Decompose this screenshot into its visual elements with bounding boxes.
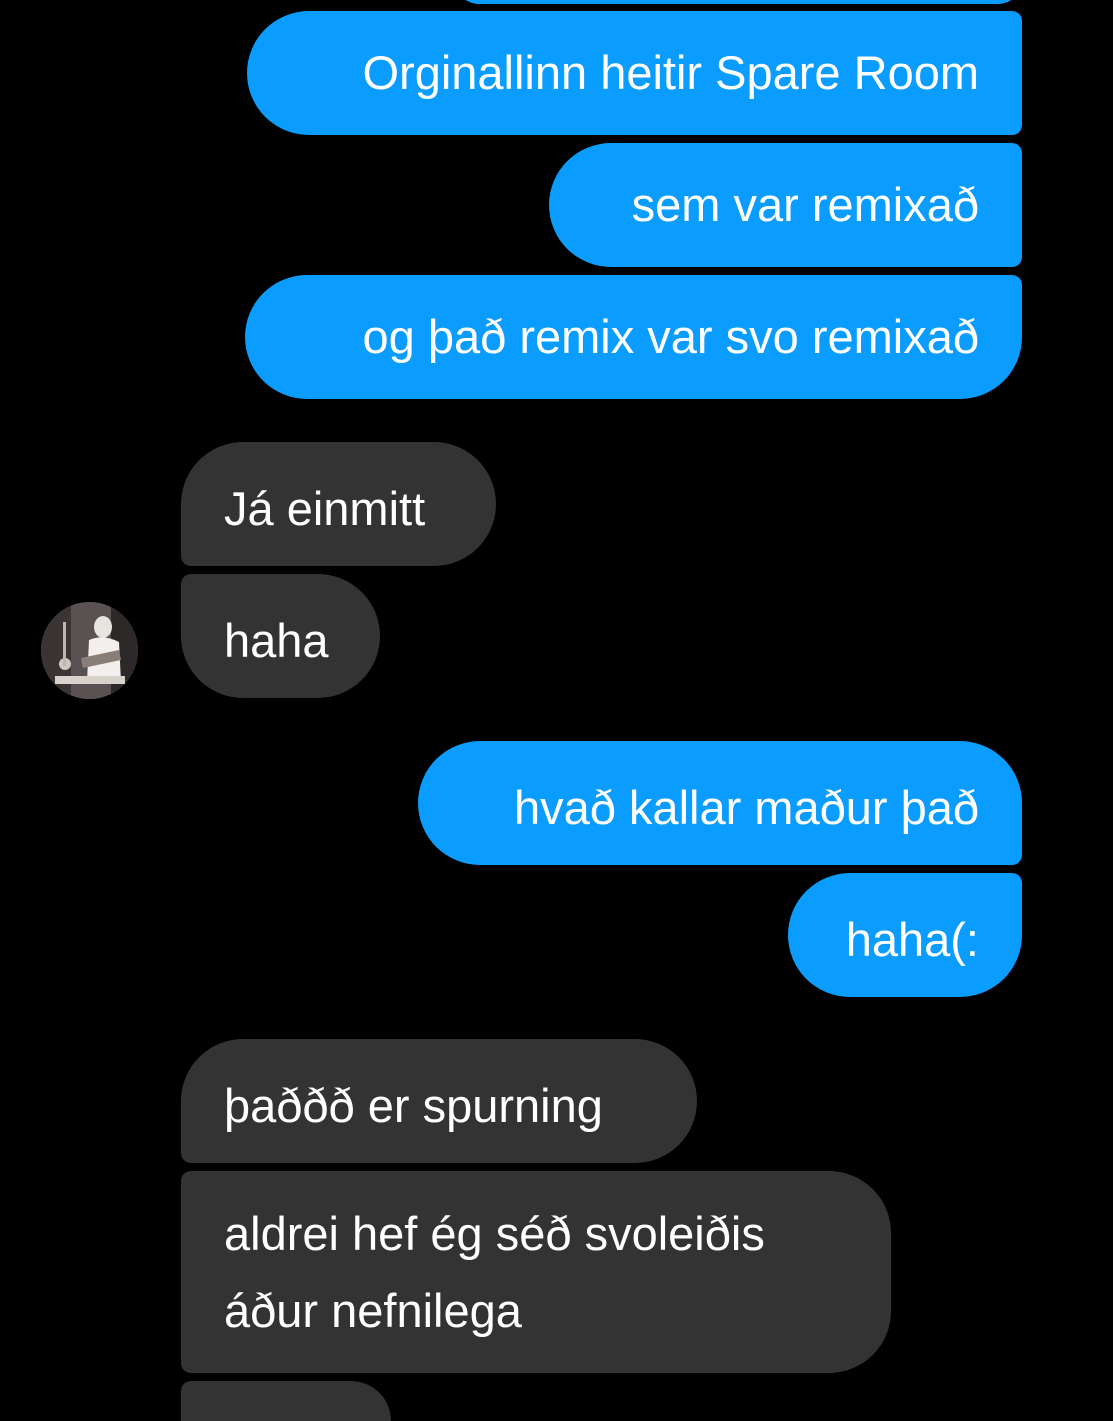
message-line: áður nefnilega [224,1284,522,1337]
contact-avatar-photo-icon [41,602,138,699]
message-line: aldrei hef ég séð svoleiðis [224,1207,765,1260]
outgoing-message[interactable]: haha(: [788,873,1022,997]
incoming-message[interactable]: Já einmitt [181,442,496,566]
message-thread[interactable]: Orginallinn heitir Spare Room sem var re… [0,0,1113,1421]
outgoing-message[interactable]: Orginallinn heitir Spare Room [247,11,1022,135]
outgoing-message[interactable]: sem var remixað [549,143,1022,267]
outgoing-message[interactable]: og það remix var svo remixað [245,275,1022,399]
contact-avatar[interactable] [41,602,138,699]
outgoing-message-partial[interactable] [455,0,1022,4]
incoming-message[interactable]: haha [181,574,380,698]
incoming-message[interactable]: þaððð er spurning [181,1039,697,1163]
incoming-message-partial[interactable] [181,1381,391,1421]
outgoing-message[interactable]: hvað kallar maður það [418,741,1022,865]
incoming-message[interactable]: aldrei hef ég séð svoleiðis áður nefnile… [181,1171,891,1373]
